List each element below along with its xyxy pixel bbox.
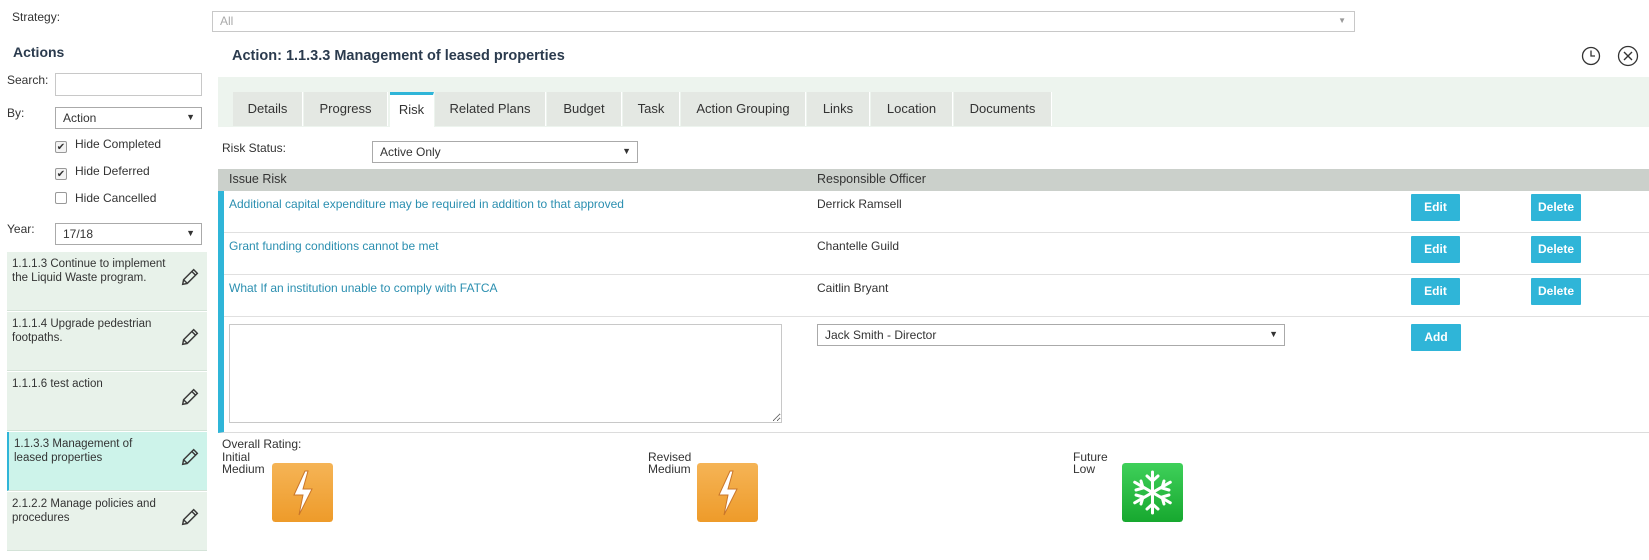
hide-completed-checkbox[interactable]: ✔ Hide Completed [55,137,161,153]
tab-progress[interactable]: Progress [304,92,388,126]
action-item-text: 1.1.1.3 Continue to implement the Liquid… [12,258,166,284]
strategy-label: Strategy: [12,10,61,24]
add-button[interactable]: Add [1411,324,1461,351]
header-responsible-officer: Responsible Officer [817,172,926,186]
action-item-text: 2.1.2.2 Manage policies and procedures [12,498,156,524]
hide-deferred-label: Hide Deferred [75,164,150,178]
tab-budget[interactable]: Budget [547,92,622,126]
actions-title: Actions [13,44,65,60]
tab-details[interactable]: Details [233,92,303,126]
tab-links[interactable]: Links [807,92,870,126]
tab-risk[interactable]: Risk [390,92,434,127]
by-label: By: [7,106,25,120]
delete-button[interactable]: Delete [1531,236,1581,263]
list-item[interactable]: 1.1.1.4 Upgrade pedestrian footpaths. [7,312,207,371]
pencil-icon[interactable] [179,386,201,408]
edit-button[interactable]: Edit [1411,236,1460,263]
page-title: Action: 1.1.3.3 Management of leased pro… [232,48,565,64]
officer-select-value: Jack Smith - Director [825,328,937,342]
close-icon[interactable] [1617,45,1639,67]
risk-status-value: Active Only [380,145,441,159]
lightning-icon [697,463,758,522]
officer-name: Derrick Ramsell [817,197,902,211]
strategy-select[interactable]: All ▼ [212,11,1355,32]
pencil-icon[interactable] [179,326,201,348]
risk-link[interactable]: Additional capital expenditure may be re… [229,197,624,211]
rating-level-revised: Medium [648,462,691,476]
risk-link[interactable]: Grant funding conditions cannot be met [229,239,438,253]
chevron-down-icon: ▼ [622,146,631,156]
tab-action-grouping[interactable]: Action Grouping [681,92,806,126]
clock-icon[interactable] [1581,46,1601,66]
chevron-down-icon: ▼ [186,228,195,238]
officer-name: Chantelle Guild [817,239,900,253]
rating-level-initial: Medium [222,462,265,476]
by-select[interactable]: Action ▼ [55,107,202,129]
header-issue-risk: Issue Risk [229,172,287,186]
new-risk-textarea[interactable] [229,324,782,423]
snowflake-icon [1122,463,1183,522]
chevron-down-icon: ▼ [186,112,195,122]
delete-button[interactable]: Delete [1531,194,1581,221]
pencil-icon[interactable] [179,266,201,288]
tab-task[interactable]: Task [623,92,680,126]
chevron-down-icon: ▼ [1338,16,1346,25]
tab-location[interactable]: Location [871,92,953,126]
table-row: Grant funding conditions cannot be met C… [224,233,1649,275]
list-item-active[interactable]: 1.1.3.3 Management of leased properties [7,432,207,491]
responsible-officer-select[interactable]: Jack Smith - Director ▼ [817,324,1285,346]
risk-status-select[interactable]: Active Only ▼ [372,141,638,163]
officer-name: Caitlin Bryant [817,281,889,295]
year-select-value: 17/18 [63,227,94,241]
list-item[interactable]: 2.1.2.2 Manage policies and procedures [7,492,207,551]
delete-button[interactable]: Delete [1531,278,1581,305]
action-item-text: 1.1.1.6 test action [12,378,103,390]
risk-link[interactable]: What If an institution unable to comply … [229,281,498,295]
list-item[interactable]: 1.1.1.6 test action [7,372,207,431]
checkbox-checked-icon: ✔ [55,141,67,153]
rating-level-future: Low [1073,462,1096,476]
hide-cancelled-checkbox[interactable]: Hide Cancelled [55,191,156,205]
action-item-text: 1.1.1.4 Upgrade pedestrian footpaths. [12,318,152,344]
table-body: Additional capital expenditure may be re… [218,191,1649,433]
edit-button[interactable]: Edit [1411,194,1460,221]
tab-related-plans[interactable]: Related Plans [435,92,546,126]
overall-rating-label: Overall Rating: [222,437,302,451]
search-input[interactable] [55,73,202,96]
table-row: What If an institution unable to comply … [224,275,1649,317]
action-item-text: 1.1.3.3 Management of leased properties [14,438,133,464]
hide-deferred-checkbox[interactable]: ✔ Hide Deferred [55,164,150,180]
pencil-icon[interactable] [179,506,201,528]
risk-status-label: Risk Status: [222,141,287,155]
tab-documents[interactable]: Documents [954,92,1052,126]
table-header: Issue Risk Responsible Officer [218,169,1649,191]
risk-table: Issue Risk Responsible Officer Additiona… [218,169,1649,433]
table-row: Additional capital expenditure may be re… [224,191,1649,233]
pencil-icon[interactable] [179,446,201,468]
search-label: Search: [7,73,49,87]
list-item[interactable]: 1.1.1.3 Continue to implement the Liquid… [7,252,207,311]
checkbox-unchecked-icon [55,192,67,204]
by-select-value: Action [63,111,97,125]
hide-cancelled-label: Hide Cancelled [75,191,157,205]
edit-button[interactable]: Edit [1411,278,1460,305]
chevron-down-icon: ▼ [1269,329,1278,339]
action-list: 1.1.1.3 Continue to implement the Liquid… [7,252,207,560]
strategy-select-value: All [220,14,234,28]
hide-completed-label: Hide Completed [75,137,162,151]
year-select[interactable]: 17/18 ▼ [55,223,202,245]
lightning-icon [272,463,333,522]
year-label: Year: [7,222,35,236]
checkbox-checked-icon: ✔ [55,168,67,180]
